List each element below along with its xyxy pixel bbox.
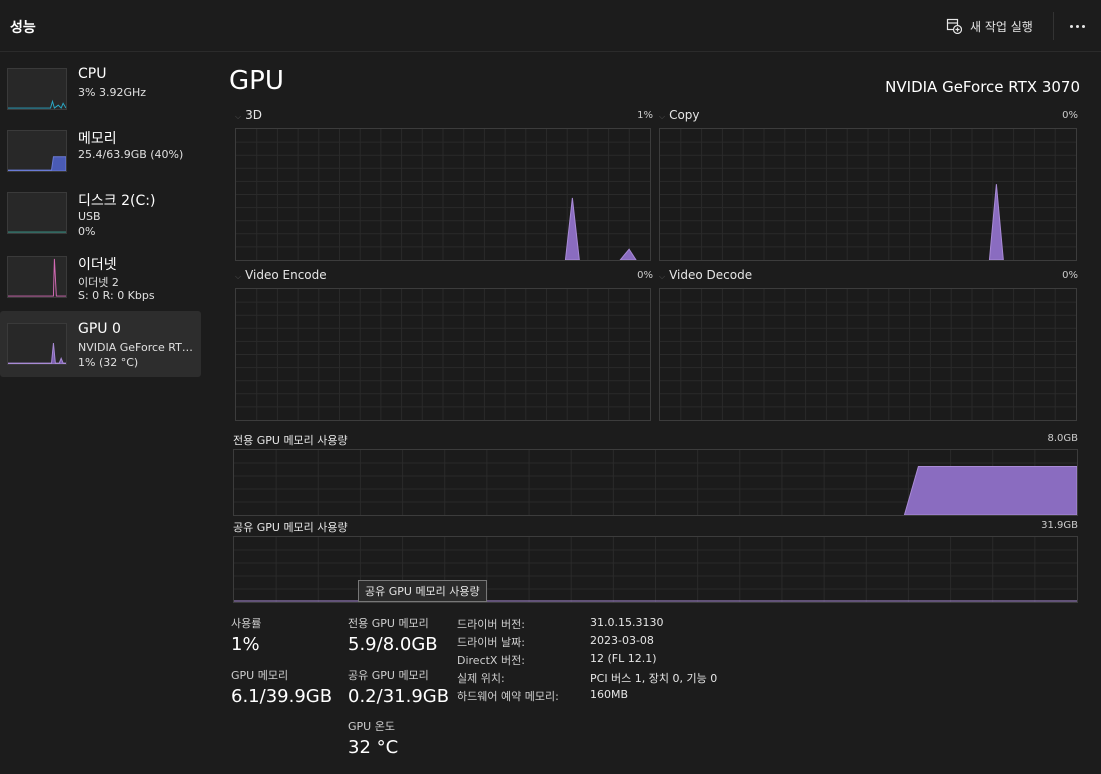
dropdown-caret-icon: ⌵ (659, 272, 666, 281)
engine-name: Video Encode (245, 268, 327, 282)
graph-3d (235, 128, 651, 261)
memory-thumbnail-graph (7, 130, 67, 172)
dropdown-caret-icon: ⌵ (235, 112, 242, 121)
title-bar: 성능 새 작업 실행 (0, 0, 1101, 52)
sidebar-item-disk[interactable]: 디스크 2(C:) USB 0% (0, 180, 201, 246)
graph-dedicated-memory (233, 449, 1078, 516)
graph-percent-video-encode: 0% (637, 270, 653, 281)
directx-version-value: 12 (FL 12.1) (590, 652, 657, 665)
reserved-memory-key: 하드웨어 예약 메모리: (457, 690, 559, 703)
engine-name: Video Decode (669, 268, 753, 282)
sidebar-item-detail: 3% 3.92GHz (78, 86, 147, 99)
graph-grid (236, 289, 650, 420)
disk-thumbnail-graph (7, 192, 67, 234)
physical-location-key: 실제 위치: (457, 672, 505, 685)
detail-title: GPU (229, 66, 284, 96)
graph-grid (236, 129, 650, 260)
sidebar-item-cpu[interactable]: CPU 3% 3.92GHz (0, 56, 201, 122)
device-name: NVIDIA GeForce RTX 3070 (885, 78, 1080, 96)
shared-memory-max: 31.9GB (1041, 520, 1078, 531)
driver-date-value: 2023-03-08 (590, 634, 654, 647)
more-options-button[interactable] (1062, 12, 1092, 40)
driver-version-key: 드라이버 버전: (457, 618, 525, 631)
reserved-memory-value: 160MB (590, 688, 629, 701)
dedicated-memory-stat-label: 전용 GPU 메모리 (348, 617, 429, 630)
sidebar-item-detail: 25.4/63.9GB (40%) (78, 148, 184, 161)
sidebar-item-ethernet[interactable]: 이더넷 이더넷 2 S: 0 R: 0 Kbps (0, 244, 201, 310)
dropdown-caret-icon: ⌵ (235, 272, 242, 281)
sidebar-item-label: 디스크 2(C:) (78, 193, 156, 209)
engine-name: Copy (669, 108, 700, 122)
graph-grid (660, 289, 1076, 420)
toolbar-divider (1053, 12, 1054, 40)
graph-grid (660, 129, 1076, 260)
sidebar-item-detail: 이더넷 2 (78, 276, 119, 289)
sidebar-item-detail-2: 1% (32 °C) (78, 356, 139, 369)
graph-tooltip: 공유 GPU 메모리 사용량 (358, 580, 487, 602)
gpu-thumbnail-graph (7, 323, 67, 365)
graph-percent-copy: 0% (1062, 110, 1078, 121)
ethernet-thumbnail-graph (7, 256, 67, 298)
sidebar-item-detail: USB (78, 210, 101, 223)
directx-version-key: DirectX 버전: (457, 654, 525, 667)
graph-label-video-encode[interactable]: ⌵ Video Encode (235, 268, 327, 282)
sidebar-item-label: 메모리 (78, 131, 117, 147)
sidebar-item-detail: NVIDIA GeForce RTX 3070 (78, 341, 196, 354)
graph-percent-3d: 1% (637, 110, 653, 121)
graph-copy (659, 128, 1077, 261)
more-dot-icon (1075, 24, 1079, 28)
sidebar-item-label: CPU (78, 66, 107, 82)
new-task-icon (946, 18, 962, 34)
graph-percent-video-decode: 0% (1062, 270, 1078, 281)
run-new-task-button[interactable]: 새 작업 실행 (940, 10, 1048, 42)
run-new-task-label: 새 작업 실행 (970, 19, 1033, 34)
sidebar-item-detail-2: 0% (78, 225, 96, 238)
more-dot-icon (1069, 24, 1073, 28)
usage-label: 사용률 (231, 617, 262, 630)
page-title: 성능 (10, 20, 36, 36)
engine-name: 3D (245, 108, 262, 122)
dedicated-memory-label: 전용 GPU 메모리 사용량 (233, 434, 348, 447)
graph-label-3d[interactable]: ⌵ 3D (235, 108, 262, 122)
driver-date-key: 드라이버 날짜: (457, 636, 525, 649)
graph-label-copy[interactable]: ⌵ Copy (659, 108, 700, 122)
sidebar-item-label: 이더넷 (78, 257, 117, 273)
graph-label-video-decode[interactable]: ⌵ Video Decode (659, 268, 752, 282)
driver-version-value: 31.0.15.3130 (590, 616, 664, 629)
sidebar-item-memory[interactable]: 메모리 25.4/63.9GB (40%) (0, 118, 201, 184)
cpu-thumbnail-graph (7, 68, 67, 110)
gpu-temperature-label: GPU 온도 (348, 720, 395, 733)
shared-memory-stat-label: 공유 GPU 메모리 (348, 669, 429, 682)
graph-video-encode (235, 288, 651, 421)
more-dot-icon (1081, 24, 1085, 28)
gpu-memory-value: 6.1/39.9GB (231, 686, 333, 707)
physical-location-value: PCI 버스 1, 장치 0, 기능 0 (590, 672, 718, 685)
dedicated-memory-max: 8.0GB (1047, 433, 1078, 444)
gpu-temperature-value: 32 °C (348, 737, 399, 758)
sidebar-item-label: GPU 0 (78, 321, 121, 337)
dedicated-memory-stat-value: 5.9/8.0GB (348, 634, 438, 655)
gpu-memory-label: GPU 메모리 (231, 669, 289, 682)
shared-memory-label: 공유 GPU 메모리 사용량 (233, 521, 348, 534)
sidebar-item-gpu0[interactable]: GPU 0 NVIDIA GeForce RTX 3070 1% (32 °C) (0, 311, 201, 377)
dropdown-caret-icon: ⌵ (659, 112, 666, 121)
shared-memory-stat-value: 0.2/31.9GB (348, 686, 450, 707)
graph-video-decode (659, 288, 1077, 421)
sidebar-item-detail-2: S: 0 R: 0 Kbps (78, 289, 155, 302)
usage-value: 1% (231, 634, 260, 655)
